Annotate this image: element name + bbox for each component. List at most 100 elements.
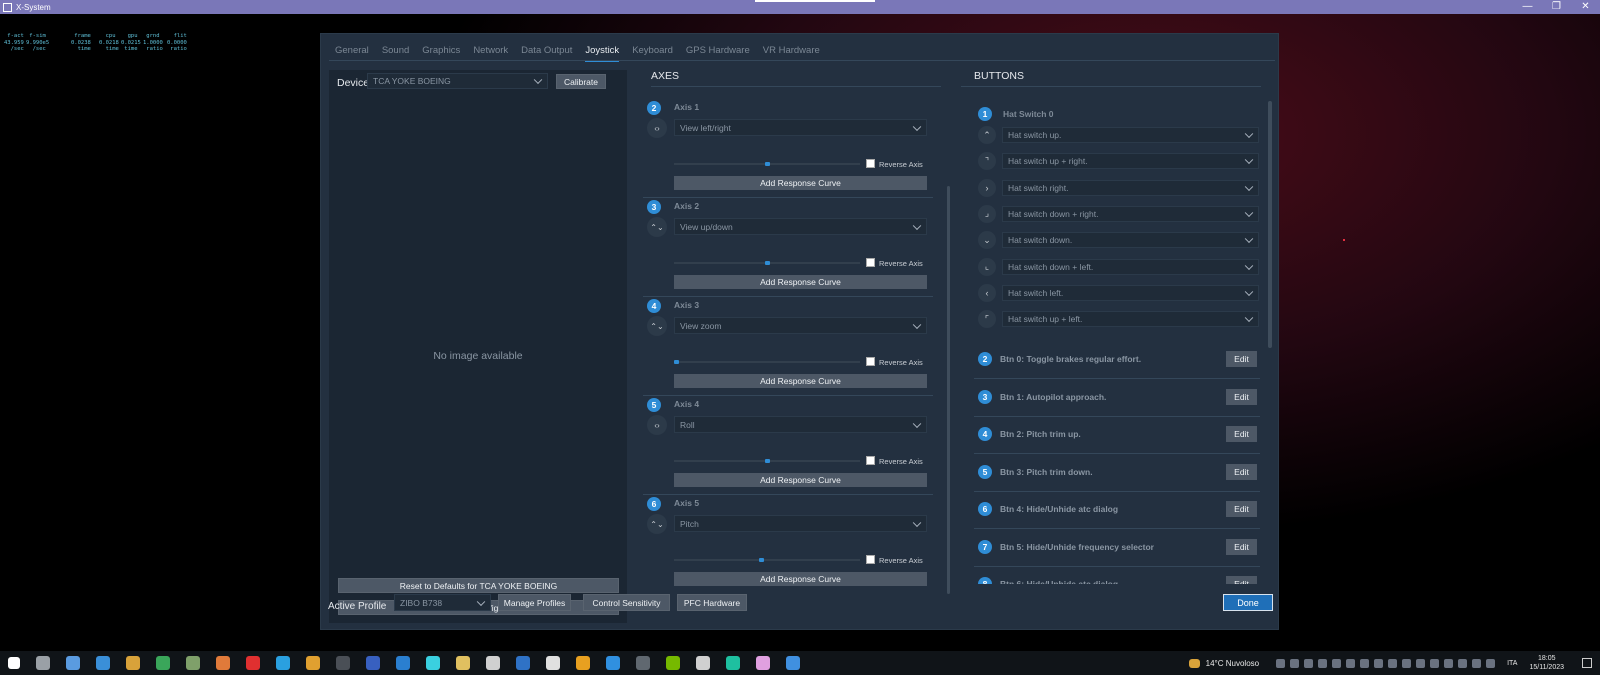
calibrate-button[interactable]: Calibrate xyxy=(556,74,606,89)
add-response-curve-button[interactable]: Add Response Curve xyxy=(674,572,927,586)
button-mapping-row: 2 Btn 0: Toggle brakes regular effort. Edi… xyxy=(974,342,1260,379)
language-indicator[interactable]: ITA xyxy=(1507,660,1517,667)
edit-button[interactable]: Edit xyxy=(1226,576,1257,584)
tray-icon[interactable] xyxy=(1485,658,1495,668)
axis-assignment-select[interactable]: View up/down xyxy=(674,218,927,235)
reverse-axis-checkbox[interactable] xyxy=(866,555,875,564)
skype-icon[interactable] xyxy=(276,656,290,670)
edit-button[interactable]: Edit xyxy=(1226,538,1257,555)
task-view-icon[interactable] xyxy=(66,656,80,670)
app-icon[interactable] xyxy=(186,656,200,670)
app-icon[interactable] xyxy=(486,656,500,670)
tray-icon[interactable] xyxy=(1289,658,1299,668)
tray-icon[interactable] xyxy=(1457,658,1467,668)
tray-icon[interactable] xyxy=(1317,658,1327,668)
tray-icon[interactable] xyxy=(1359,658,1369,668)
axis-level-indicator xyxy=(765,162,770,166)
tray-icon[interactable] xyxy=(1443,658,1453,668)
add-response-curve-button[interactable]: Add Response Curve xyxy=(674,473,927,487)
app-icon[interactable] xyxy=(786,656,800,670)
tray-icon[interactable] xyxy=(1387,658,1397,668)
add-response-curve-button[interactable]: Add Response Curve xyxy=(674,275,927,289)
buttons-scrollbar[interactable] xyxy=(1268,101,1272,348)
tray-icon[interactable] xyxy=(1373,658,1383,668)
itunes-icon[interactable] xyxy=(756,656,770,670)
close-button[interactable]: ✕ xyxy=(1571,0,1600,14)
edit-button[interactable]: Edit xyxy=(1226,463,1257,480)
chevron-down-icon xyxy=(1244,234,1254,244)
nvidia-icon[interactable] xyxy=(666,656,680,670)
app-icon[interactable] xyxy=(426,656,440,670)
hat-assignment-select[interactable]: Hat switch right. xyxy=(1002,179,1259,196)
app-icon[interactable] xyxy=(516,656,530,670)
reverse-axis-checkbox[interactable] xyxy=(866,159,875,168)
hat-assignment-select[interactable]: Hat switch up + left. xyxy=(1002,311,1259,328)
chevron-down-icon xyxy=(912,122,922,131)
axis-assignment-select[interactable]: Pitch xyxy=(674,515,927,532)
device-image-placeholder: No image available xyxy=(433,350,523,362)
reset-defaults-button[interactable]: Reset to Defaults for TCA YOKE BOEING xyxy=(338,578,619,593)
tray-icon[interactable] xyxy=(1345,658,1355,668)
notification-icon[interactable] xyxy=(1582,658,1592,668)
app-icon[interactable] xyxy=(606,656,620,670)
app-icon[interactable] xyxy=(336,656,350,670)
tray-icon[interactable] xyxy=(1401,658,1411,668)
axis-level-indicator xyxy=(765,261,770,265)
maximize-button[interactable]: ❐ xyxy=(1542,0,1571,14)
tray-icon[interactable] xyxy=(1471,658,1481,668)
window-titlebar[interactable]: X-System — ❐ ✕ xyxy=(0,0,1600,14)
tray-icon[interactable] xyxy=(1303,658,1313,668)
app-icon[interactable] xyxy=(366,656,380,670)
hat-assignment-select[interactable]: Hat switch down + left. xyxy=(1002,258,1259,275)
profile-select[interactable]: ZIBO B738 xyxy=(394,594,491,611)
hat-assignment-select[interactable]: Hat switch down + right. xyxy=(1002,205,1259,222)
minimize-button[interactable]: — xyxy=(1513,0,1542,14)
chrome-icon[interactable] xyxy=(306,656,320,670)
app-icon[interactable] xyxy=(696,656,710,670)
reverse-axis-checkbox[interactable] xyxy=(866,456,875,465)
reverse-axis-checkbox[interactable] xyxy=(866,258,875,267)
hat-assignment-select[interactable]: Hat switch up + right. xyxy=(1002,153,1259,170)
xplane-icon[interactable] xyxy=(396,656,410,670)
control-sensitivity-button[interactable]: Control Sensitivity xyxy=(583,594,670,611)
app-icon[interactable] xyxy=(636,656,650,670)
axis-assignment-select[interactable]: View left/right xyxy=(674,119,927,136)
widgets-icon[interactable] xyxy=(96,656,110,670)
pfc-hardware-button[interactable]: PFC Hardware xyxy=(677,594,747,611)
tray-icon[interactable] xyxy=(1275,658,1285,668)
app-icon[interactable] xyxy=(216,656,230,670)
hat-assignment-select[interactable]: Hat switch up. xyxy=(1002,127,1259,143)
axis-assignment-select[interactable]: View zoom xyxy=(674,317,927,334)
start-icon[interactable] xyxy=(8,657,20,669)
tray-icon[interactable] xyxy=(1429,658,1439,668)
axis-assignment-select[interactable]: Roll xyxy=(674,416,927,433)
reverse-axis-checkbox[interactable] xyxy=(866,357,875,366)
app-icon[interactable] xyxy=(246,656,260,670)
edit-button[interactable]: Edit xyxy=(1226,351,1257,367)
vertical-axis-icon: ⌃⌄ xyxy=(647,514,667,534)
edit-button[interactable]: Edit xyxy=(1226,388,1257,405)
tray-icon[interactable] xyxy=(1415,658,1425,668)
app-icon[interactable] xyxy=(546,656,560,670)
add-response-curve-button[interactable]: Add Response Curve xyxy=(674,176,927,190)
edit-button[interactable]: Edit xyxy=(1226,426,1257,442)
tray-icon[interactable] xyxy=(1331,658,1341,668)
hat-assignment-select[interactable]: Hat switch down. xyxy=(1002,232,1259,249)
app-icon[interactable] xyxy=(726,656,740,670)
weather-widget[interactable]: 14°C Nuvoloso xyxy=(1188,658,1259,668)
edit-button[interactable]: Edit xyxy=(1226,501,1257,517)
hat-switch-row: ⌟ Hat switch down + right. xyxy=(978,204,1259,223)
hat-assignment-select[interactable]: Hat switch left. xyxy=(1002,284,1259,301)
file-explorer-icon[interactable] xyxy=(126,656,140,670)
clock[interactable]: 18:05 15/11/2023 xyxy=(1529,654,1564,672)
app-icon[interactable] xyxy=(576,656,590,670)
add-response-curve-button[interactable]: Add Response Curve xyxy=(674,374,927,388)
done-button[interactable]: Done xyxy=(1223,594,1273,611)
excel-icon[interactable] xyxy=(156,656,170,670)
device-select[interactable]: TCA YOKE BOEING xyxy=(367,73,548,89)
axes-scrollbar[interactable] xyxy=(947,186,950,594)
app-icon[interactable] xyxy=(456,656,470,670)
search-icon[interactable] xyxy=(36,656,50,670)
manage-profiles-button[interactable]: Manage Profiles xyxy=(498,594,571,611)
chevron-down-icon xyxy=(1244,313,1254,323)
